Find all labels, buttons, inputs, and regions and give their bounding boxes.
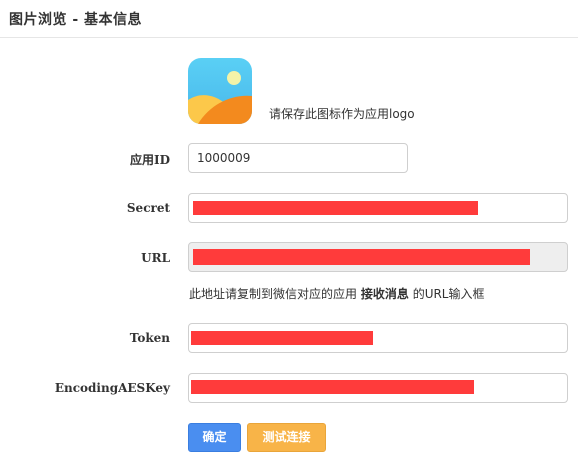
token-label: Token	[129, 331, 170, 345]
redaction-bar	[193, 249, 530, 265]
url-label: URL	[141, 251, 170, 265]
url-help-bold: 接收消息	[360, 287, 409, 301]
app-id-input[interactable]	[188, 143, 408, 173]
redaction-bar	[191, 331, 373, 345]
logo-hint: 请保存此图标作为应用logo	[269, 107, 415, 121]
url-help-suffix: 的URL输入框	[412, 287, 485, 301]
url-help-text: 此地址请复制到微信对应的应用 接收消息 的URL输入框	[189, 285, 485, 302]
page-title: 图片浏览 - 基本信息	[9, 12, 143, 28]
confirm-button[interactable]: 确定	[188, 423, 241, 452]
page-header: 图片浏览 - 基本信息	[0, 0, 578, 38]
landscape-image-icon	[188, 58, 252, 124]
redaction-bar	[193, 201, 478, 215]
redaction-bar	[191, 380, 474, 394]
app-id-label: 应用ID	[129, 153, 170, 167]
test-connection-button[interactable]: 测试连接	[247, 423, 326, 452]
aes-key-label: EncodingAESKey	[54, 381, 170, 395]
url-help-prefix: 此地址请复制到微信对应的应用	[189, 287, 358, 301]
secret-label: Secret	[126, 201, 170, 215]
